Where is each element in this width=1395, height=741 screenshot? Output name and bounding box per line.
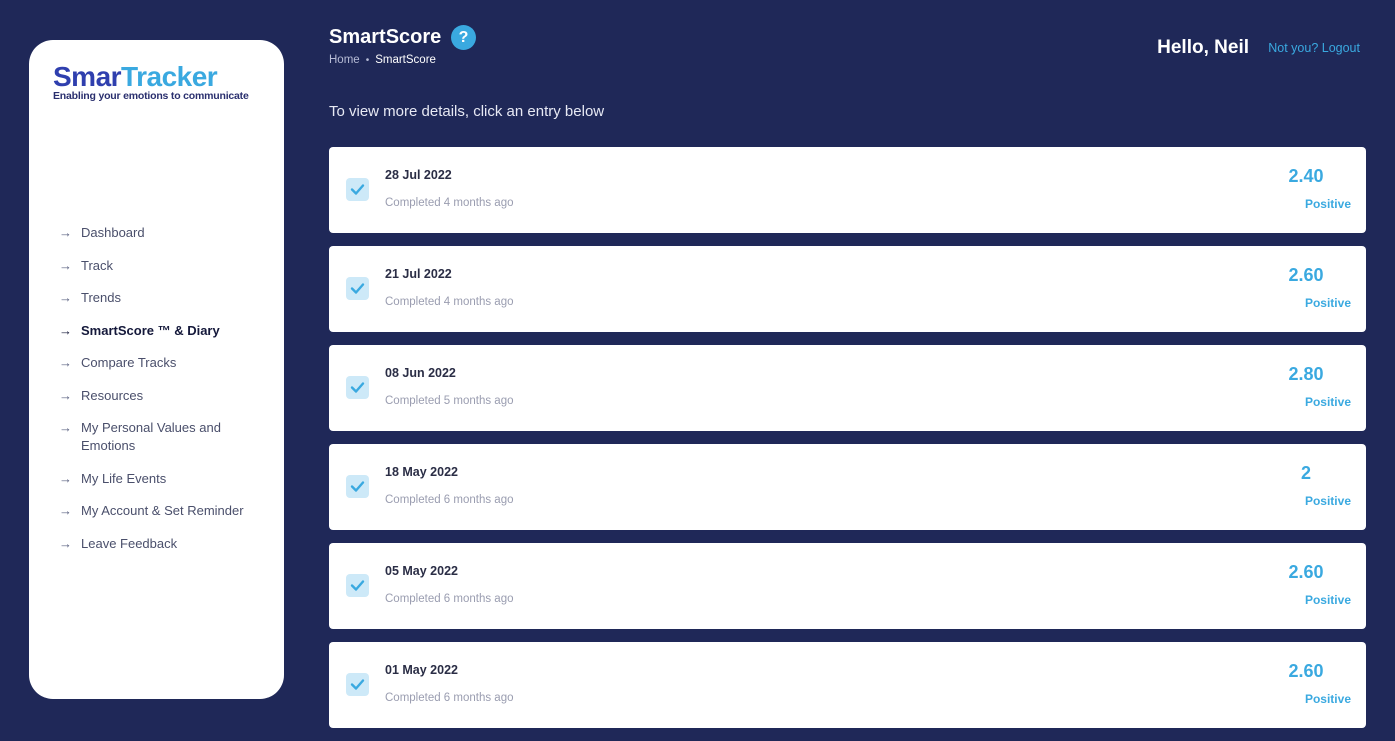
entry-score: 2 xyxy=(1300,463,1311,483)
arrow-right-icon: → xyxy=(59,290,72,305)
entry-date: 28 Jul 2022 xyxy=(385,168,452,182)
entry-sentiment: Positive xyxy=(1304,593,1351,607)
entry-card[interactable]: 08 Jun 2022 Completed 5 months ago 2.80 … xyxy=(329,345,1366,431)
entry-sentiment: Positive xyxy=(1304,494,1351,508)
sidebar-item-label: My Account & Set Reminder xyxy=(81,503,244,518)
entry-card[interactable]: 21 Jul 2022 Completed 4 months ago 2.60 … xyxy=(329,246,1366,332)
breadcrumb-current: SmartScore xyxy=(375,54,436,66)
arrow-right-icon: → xyxy=(59,503,72,518)
sidebar-item-resources[interactable]: → Resources xyxy=(59,387,269,405)
entry-card[interactable]: 01 May 2022 Completed 6 months ago 2.60 … xyxy=(329,642,1366,728)
sidebar-item-life-events[interactable]: → My Life Events xyxy=(59,470,269,488)
arrow-right-icon: → xyxy=(59,322,72,338)
entry-list: 28 Jul 2022 Completed 4 months ago 2.40 … xyxy=(329,147,1366,741)
entry-card[interactable]: 05 May 2022 Completed 6 months ago 2.60 … xyxy=(329,543,1366,629)
arrow-right-icon: → xyxy=(59,387,72,403)
instructions-text: To view more details, click an entry bel… xyxy=(329,103,605,120)
entry-date: 01 May 2022 xyxy=(385,663,458,677)
sidebar-item-label: Resources xyxy=(81,387,144,403)
sidebar-item-smartscore-diary[interactable]: → SmartScore ™ & Diary xyxy=(59,322,269,340)
entry-status: Completed 4 months ago xyxy=(385,296,514,308)
page-title: SmartScore xyxy=(329,26,442,48)
user-greeting: Hello, Neil xyxy=(1157,37,1249,58)
sidebar-nav: → Dashboard → Track → Trends → SmartScor… xyxy=(59,224,269,567)
entry-card[interactable]: 28 Jul 2022 Completed 4 months ago 2.40 … xyxy=(329,147,1366,233)
entry-date: 08 Jun 2022 xyxy=(385,366,456,380)
sidebar: SmarTracker Enabling your emotions to co… xyxy=(29,40,284,699)
check-icon xyxy=(346,475,369,498)
sidebar-item-personal-values[interactable]: → My Personal Values and Emotions xyxy=(59,419,269,455)
arrow-right-icon: → xyxy=(59,225,72,240)
entry-score: 2.60 xyxy=(1288,265,1324,285)
sidebar-item-trends[interactable]: → Trends xyxy=(59,289,269,307)
check-icon xyxy=(346,376,369,399)
entry-date: 18 May 2022 xyxy=(385,465,458,479)
sidebar-item-account-reminder[interactable]: → My Account & Set Reminder xyxy=(59,502,269,520)
arrow-right-icon: → xyxy=(59,420,72,435)
arrow-right-icon: → xyxy=(59,535,72,551)
check-icon xyxy=(346,178,369,201)
entry-score: 2.60 xyxy=(1288,562,1324,582)
entry-score: 2.40 xyxy=(1288,166,1324,186)
sidebar-item-label: SmartScore ™ & Diary xyxy=(81,322,220,338)
sidebar-item-label: Track xyxy=(81,257,114,273)
entry-sentiment: Positive xyxy=(1304,395,1351,409)
sidebar-item-compare-tracks[interactable]: → Compare Tracks xyxy=(59,354,269,372)
logout-link[interactable]: Not you? Logout xyxy=(1268,41,1360,55)
entry-card[interactable]: 18 May 2022 Completed 6 months ago 2 Pos… xyxy=(329,444,1366,530)
entry-status: Completed 5 months ago xyxy=(385,395,514,407)
entry-sentiment: Positive xyxy=(1304,296,1351,310)
sidebar-item-label: Leave Feedback xyxy=(81,535,178,551)
breadcrumb-separator: • xyxy=(365,54,370,66)
logo-tagline: Enabling your emotions to communicate xyxy=(53,90,249,102)
sidebar-item-label: My Life Events xyxy=(81,470,167,486)
entry-status: Completed 6 months ago xyxy=(385,593,514,605)
smarttracker-logo[interactable]: SmarTracker Enabling your emotions to co… xyxy=(53,62,263,103)
check-icon xyxy=(346,673,369,696)
arrow-right-icon: → xyxy=(59,355,72,370)
sidebar-item-track[interactable]: → Track xyxy=(59,257,269,275)
entry-status: Completed 6 months ago xyxy=(385,692,514,704)
entry-sentiment: Positive xyxy=(1304,692,1351,706)
logo-wordmark: SmarTracker xyxy=(53,62,263,92)
entry-status: Completed 4 months ago xyxy=(385,197,514,209)
check-icon xyxy=(346,277,369,300)
entry-date: 05 May 2022 xyxy=(385,564,458,578)
sidebar-item-label: Trends xyxy=(81,290,121,305)
logo-word-smart: Smar xyxy=(53,61,122,92)
arrow-right-icon: → xyxy=(59,257,72,273)
entry-score: 2.80 xyxy=(1288,364,1324,384)
logo-word-tracker: Tracker xyxy=(121,61,218,92)
entry-score: 2.60 xyxy=(1288,661,1324,681)
sidebar-item-label: Compare Tracks xyxy=(81,355,177,370)
check-icon xyxy=(346,574,369,597)
sidebar-item-label: My Personal Values and Emotions xyxy=(81,420,221,453)
entry-sentiment: Positive xyxy=(1304,197,1351,211)
help-icon[interactable]: ? xyxy=(451,25,476,50)
breadcrumb: Home • SmartScore xyxy=(329,54,436,66)
sidebar-item-dashboard[interactable]: → Dashboard xyxy=(59,224,269,242)
arrow-right-icon: → xyxy=(59,470,72,486)
breadcrumb-home[interactable]: Home xyxy=(329,54,360,66)
entry-date: 21 Jul 2022 xyxy=(385,267,452,281)
entry-status: Completed 6 months ago xyxy=(385,494,514,506)
sidebar-item-leave-feedback[interactable]: → Leave Feedback xyxy=(59,535,269,553)
sidebar-item-label: Dashboard xyxy=(81,225,145,240)
